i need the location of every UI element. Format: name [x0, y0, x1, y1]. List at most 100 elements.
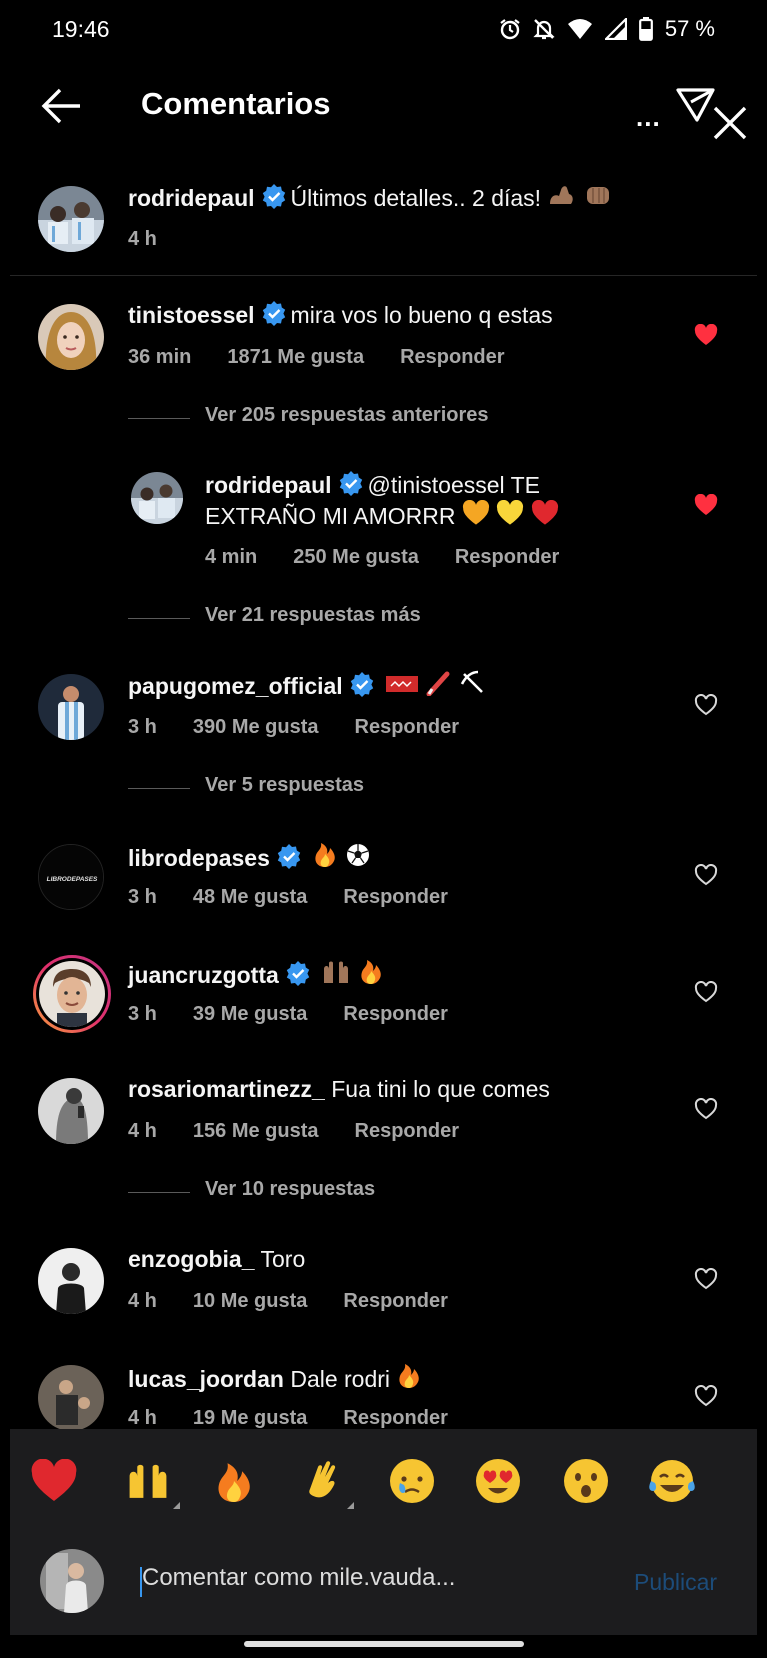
avatar[interactable] [131, 472, 183, 524]
caption-text: Últimos detalles.. 2 días! [290, 185, 542, 211]
comment-likes[interactable]: 156 Me gusta [193, 1120, 319, 1142]
thread-line [128, 618, 190, 619]
comment-likes[interactable]: 1871 Me gusta [227, 346, 364, 368]
oncoming-fist-icon [586, 187, 609, 204]
comment-likes[interactable]: 48 Me gusta [193, 886, 307, 908]
thread-line [128, 1192, 190, 1193]
reply-username[interactable]: rodridepaul [205, 472, 332, 498]
comment-username[interactable]: enzogobia_ [128, 1246, 255, 1272]
avatar[interactable] [38, 674, 104, 740]
like-heart-outline-icon[interactable] [694, 694, 718, 716]
avatar[interactable] [38, 1248, 104, 1314]
reply-likes[interactable]: 250 Me gusta [293, 546, 419, 568]
reaction-tears-of-joy[interactable] [646, 1455, 698, 1507]
thread-line [128, 418, 190, 419]
comment-likes[interactable]: 39 Me gusta [193, 1003, 307, 1025]
comment-likes[interactable]: 390 Me gusta [193, 716, 319, 738]
reply-text-line-2: EXTRAÑO MI AMORRR [205, 503, 456, 529]
verified-badge-icon [277, 844, 301, 869]
variant-indicator [173, 1502, 180, 1509]
avatar[interactable] [38, 304, 104, 370]
send-button[interactable] [675, 86, 749, 142]
reaction-heart-eyes[interactable] [472, 1455, 524, 1507]
comment-input[interactable] [142, 1564, 572, 1592]
comment-item: lucas_joordan Dale rodri 4 h 19 Me gusta R… [0, 1357, 767, 1429]
like-heart-outline-icon[interactable] [694, 981, 718, 1003]
reply-item: rodridepaul @tinistoessel TE EXTRAÑO MI A… [0, 466, 767, 586]
comment-username[interactable]: papugomez_official [128, 673, 343, 699]
tears-of-joy-icon [649, 1460, 695, 1502]
reply-button[interactable]: Responder [343, 886, 447, 908]
comment-username[interactable]: juancruzgotta [128, 962, 279, 988]
comment-time: 4 h [128, 1290, 157, 1312]
reaction-fire[interactable] [208, 1455, 260, 1507]
reaction-crying-face[interactable] [386, 1455, 438, 1507]
comment-username[interactable]: tinistoessel [128, 302, 255, 328]
reaction-raising-hands[interactable] [122, 1455, 180, 1509]
reply-button[interactable]: Responder [355, 716, 459, 738]
verified-badge-icon [339, 471, 362, 496]
avatar[interactable] [38, 1365, 104, 1429]
clapping-hands-icon [309, 1461, 336, 1498]
reaction-clapping-hands[interactable] [296, 1455, 354, 1509]
pen-icon [426, 671, 450, 696]
crying-face-icon [390, 1459, 434, 1503]
view-replies-label: Ver 10 respuestas [205, 1178, 376, 1200]
comment-username[interactable]: librodepases [128, 845, 270, 871]
comment-time: 3 h [128, 716, 157, 738]
publish-button[interactable]: Publicar [634, 1569, 717, 1596]
comment-likes[interactable]: 19 Me gusta [193, 1407, 307, 1429]
comment-text: Dale rodri [290, 1366, 391, 1392]
back-button[interactable] [38, 86, 84, 126]
avatar[interactable]: LIBRODEPASES [38, 844, 104, 910]
comment-time: 4 h [128, 1120, 157, 1142]
battery-icon [638, 17, 653, 41]
more-options-button[interactable]: ... [636, 102, 661, 133]
like-heart-filled-icon[interactable] [694, 494, 718, 516]
avatar[interactable] [38, 186, 104, 252]
comment-time: 4 h [128, 1407, 157, 1429]
comment-item: juancruzgotta 3 h 39 Me gusta Responder [0, 953, 767, 1053]
like-heart-outline-icon[interactable] [694, 864, 718, 886]
comment-text: Fua tini lo que comes [331, 1076, 550, 1102]
view-replies-label: Ver 5 respuestas [205, 774, 364, 796]
avatar-story-ring[interactable] [33, 955, 111, 1033]
status-bar: 19:46 57 % [0, 0, 767, 62]
logo-text: LIBRODEPASES [47, 876, 98, 883]
comment-likes[interactable]: 10 Me gusta [193, 1290, 307, 1312]
verified-badge-icon [262, 301, 285, 326]
reply-button[interactable]: Responder [343, 1290, 447, 1312]
flexed-biceps-icon [550, 186, 574, 204]
comment-item: papugomez_official 3 h 390 Me gusta Respon… [0, 666, 767, 766]
like-heart-outline-icon[interactable] [694, 1385, 718, 1407]
comment-username[interactable]: rosariomartinezz_ [128, 1076, 325, 1102]
fire-icon [399, 1364, 420, 1388]
back-arrow-icon [41, 88, 80, 124]
reply-button[interactable]: Responder [400, 346, 504, 368]
reply-button[interactable]: Responder [343, 1407, 447, 1429]
home-indicator[interactable] [244, 1641, 524, 1647]
like-heart-outline-icon[interactable] [694, 1268, 718, 1290]
reply-text-line-1: @tinistoessel TE [367, 472, 541, 498]
status-icons: 57 % [499, 16, 715, 42]
comment-composer: Publicar [10, 1535, 757, 1635]
caption-username[interactable]: rodridepaul [128, 185, 255, 211]
reaction-red-heart[interactable] [28, 1455, 80, 1507]
signal-icon [604, 18, 627, 40]
red-heart-icon [531, 500, 558, 525]
avatar[interactable] [38, 1078, 104, 1144]
reply-time: 4 min [205, 546, 258, 568]
reply-button[interactable]: Responder [455, 546, 559, 568]
raising-hands-icon [129, 1464, 167, 1498]
like-heart-filled-icon[interactable] [694, 324, 718, 346]
red-heart-icon [31, 1459, 77, 1501]
comment-username[interactable]: lucas_joordan [128, 1366, 284, 1392]
pickaxe-icon [460, 670, 483, 693]
like-heart-outline-icon[interactable] [694, 1098, 718, 1120]
reaction-astonished-face[interactable] [560, 1455, 612, 1507]
soccer-ball-icon [346, 844, 369, 866]
comment-item: LIBRODEPASES librodepases 3 h 48 Me gusta… [0, 836, 767, 936]
variant-indicator [347, 1502, 354, 1509]
reply-button[interactable]: Responder [355, 1120, 459, 1142]
reply-button[interactable]: Responder [343, 1003, 447, 1025]
